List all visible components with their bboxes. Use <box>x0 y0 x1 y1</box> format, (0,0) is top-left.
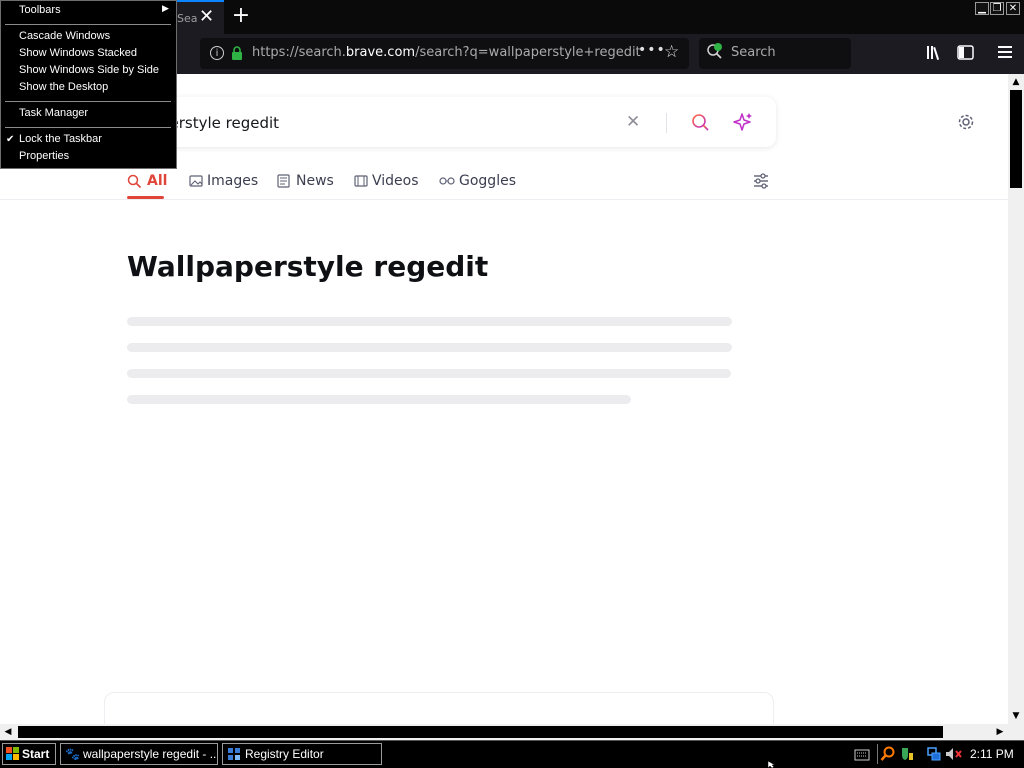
tab-close-icon[interactable]: ✕ <box>199 7 214 27</box>
close-window-button[interactable]: ✕ <box>1006 2 1020 15</box>
start-label: Start <box>22 747 50 761</box>
search-small-icon <box>127 174 142 189</box>
keyboard-icon[interactable] <box>854 749 870 761</box>
goggles-icon <box>439 177 455 185</box>
page-heading: Wallpaperstyle regedit <box>127 250 489 283</box>
sidebar-icon[interactable] <box>957 45 974 60</box>
query-divider <box>666 113 667 133</box>
network-icon[interactable] <box>926 746 942 762</box>
horizontal-scroll-thumb[interactable] <box>18 726 943 738</box>
page-actions-icon[interactable]: ••• <box>638 42 666 58</box>
news-icon <box>277 174 290 188</box>
lock-icon[interactable] <box>231 46 243 60</box>
menu-item-cascade-windows[interactable]: Cascade Windows <box>19 30 110 42</box>
ai-sparkle-icon[interactable] <box>733 112 753 132</box>
vertical-scroll-thumb[interactable] <box>1010 90 1022 188</box>
tray-separator <box>877 744 878 764</box>
url-domain: brave.com <box>345 45 416 60</box>
menu-separator <box>5 127 171 128</box>
query-input[interactable]: perstyle regedit <box>160 114 279 132</box>
browser-app-icon: 🐾 <box>65 747 80 761</box>
scroll-up-icon[interactable]: ▲ <box>1008 74 1024 90</box>
taskbar-button-label: Registry Editor <box>245 747 324 761</box>
menu-item-show-windows-side-by-side[interactable]: Show Windows Side by Side <box>19 64 159 76</box>
security-shield-icon[interactable] <box>899 746 915 762</box>
scrollbar-corner <box>1008 724 1024 740</box>
tab-goggles[interactable]: Goggles <box>459 173 516 189</box>
menu-item-show-the-desktop[interactable]: Show the Desktop <box>19 81 108 93</box>
bookmark-star-icon[interactable]: ☆ <box>664 42 679 62</box>
start-button[interactable]: Start <box>2 743 56 765</box>
tab-videos[interactable]: Videos <box>372 173 419 189</box>
menu-item-properties[interactable]: Properties <box>19 150 69 162</box>
menu-item-show-windows-stacked[interactable]: Show Windows Stacked <box>19 47 137 59</box>
taskbar-button-label: wallpaperstyle regedit - ... <box>83 747 218 761</box>
info-icon[interactable]: i <box>210 46 224 60</box>
menu-item-task-manager[interactable]: Task Manager <box>19 107 88 119</box>
tab-title: Sea <box>177 12 198 25</box>
loading-placeholder-line <box>127 395 631 404</box>
gear-icon[interactable] <box>956 112 976 132</box>
clock[interactable]: 2:11 PM <box>970 747 1014 761</box>
loading-placeholder-line <box>127 317 732 326</box>
search-input[interactable]: Search <box>731 45 776 60</box>
scroll-right-icon[interactable]: ▶ <box>992 724 1008 740</box>
minimize-button[interactable]: ▁ <box>975 2 989 15</box>
menu-icon[interactable] <box>997 45 1013 59</box>
windows-logo-icon <box>6 747 19 760</box>
image-icon <box>189 175 203 187</box>
filters-icon[interactable] <box>752 172 770 190</box>
tab-images[interactable]: Images <box>207 173 258 189</box>
taskbar-button-registry-editor[interactable]: Registry Editor <box>222 743 382 765</box>
video-icon <box>354 175 368 187</box>
clear-query-icon[interactable]: ✕ <box>626 112 640 132</box>
new-tab-button[interactable]: + <box>228 4 254 30</box>
scroll-down-icon[interactable]: ▼ <box>1008 708 1024 724</box>
loading-placeholder-line <box>127 369 731 378</box>
url-text[interactable]: https://search.brave.com/search?q=wallpa… <box>252 45 641 60</box>
menu-item-lock-the-taskbar[interactable]: Lock the Taskbar <box>19 133 102 145</box>
restore-button[interactable]: ❐ <box>990 2 1004 15</box>
tab-news[interactable]: News <box>296 173 334 189</box>
tab-all[interactable]: All <box>147 173 167 189</box>
submenu-arrow-icon: ▶ <box>162 4 169 14</box>
registry-editor-icon <box>228 748 240 760</box>
search-engine-icon[interactable] <box>707 43 723 61</box>
magnifier-icon[interactable] <box>880 746 896 762</box>
scroll-left-icon[interactable]: ◀ <box>0 724 16 740</box>
menu-separator <box>5 101 171 102</box>
search-icon[interactable] <box>690 112 710 132</box>
loading-placeholder-line <box>127 343 732 352</box>
screen: Sea ✕ + ▁ ❐ ✕ i https://search.brave.com… <box>0 0 1024 768</box>
mouse-cursor-icon <box>768 761 776 768</box>
taskbar-button-browser[interactable]: 🐾 wallpaperstyle regedit - ... <box>60 743 218 765</box>
menu-separator <box>5 24 171 25</box>
library-icon[interactable] <box>926 45 943 60</box>
tabs-divider <box>0 199 1008 200</box>
volume-muted-icon[interactable] <box>945 747 963 761</box>
checkmark-icon: ✔ <box>6 134 15 145</box>
menu-item-toolbars[interactable]: Toolbars <box>19 4 61 16</box>
